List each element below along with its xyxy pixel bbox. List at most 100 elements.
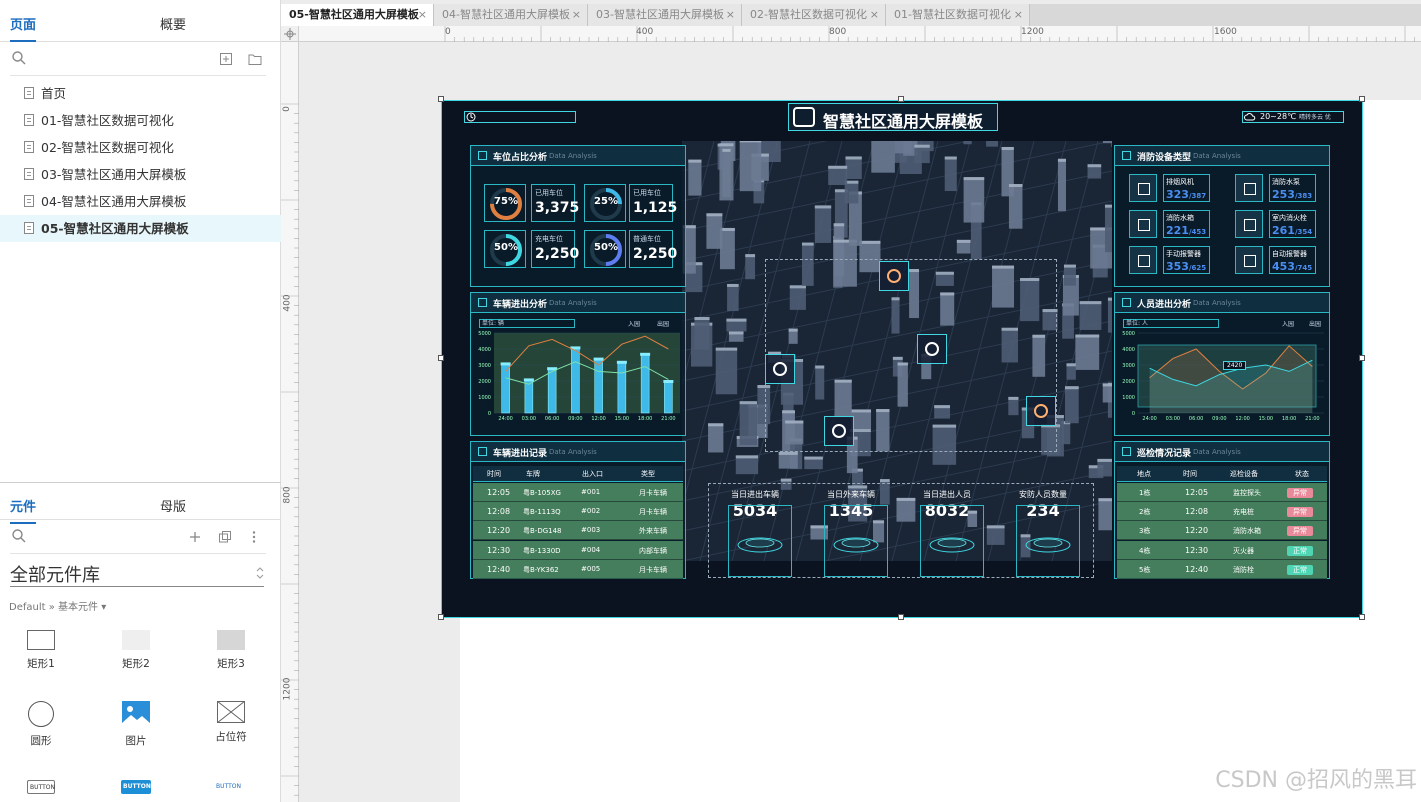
fire-equipment-panel: 消防设备类型 Data Analysis 排烟风机 323/387 消防水泵 253/3… <box>1114 145 1330 287</box>
add-page-icon[interactable] <box>218 51 234 67</box>
column-header: 类型 <box>641 470 655 478</box>
add-folder-icon[interactable] <box>247 51 263 67</box>
ring-value: 75% <box>494 196 518 207</box>
fire-device-card[interactable]: 消防水泵 253/383 <box>1235 174 1317 204</box>
search-icon[interactable] <box>11 528 27 544</box>
page-item[interactable]: 03-智慧社区通用大屏模板 <box>0 161 281 188</box>
resize-handle[interactable] <box>1359 355 1365 361</box>
close-icon[interactable]: × <box>418 4 427 26</box>
resize-handle[interactable] <box>438 614 444 620</box>
ruler-corner[interactable] <box>281 26 299 42</box>
close-icon[interactable]: × <box>870 4 879 26</box>
play-icon <box>1122 447 1131 456</box>
device-total: /387 <box>1188 192 1207 200</box>
stat-label: 充电车位 <box>535 235 563 243</box>
page-label: 04-智慧社区通用大屏模板 <box>41 194 187 209</box>
panel-title: 车位占比分析 <box>493 153 548 163</box>
x-tick-label: 18:00 <box>1282 416 1296 422</box>
tab-outline[interactable]: 概要 <box>160 14 186 33</box>
table-row[interactable]: 1栋 12:05 监控探头 异常 <box>1117 483 1327 502</box>
widget-rect2[interactable]: 矩形2 <box>106 630 166 671</box>
doc-tab[interactable]: 01-智慧社区数据可视化 × <box>886 4 1030 26</box>
bar[interactable] <box>617 361 627 414</box>
document-icon <box>24 222 34 234</box>
widget-primary-button[interactable]: BUTTON <box>121 780 151 794</box>
widget-rect1[interactable]: 矩形1 <box>11 630 71 671</box>
fire-device-card[interactable]: 自动报警器 453/745 <box>1235 246 1317 276</box>
bar[interactable] <box>594 358 603 414</box>
kpi-label: 当日进出车辆 <box>731 490 779 499</box>
widget-placeholder[interactable]: 占位符 <box>201 701 261 744</box>
bar[interactable] <box>571 347 580 414</box>
resize-handle[interactable] <box>438 96 444 102</box>
widget-link-button[interactable]: BUTTON <box>214 780 248 794</box>
doc-tab[interactable]: 02-智慧社区数据可视化 × <box>742 4 886 26</box>
fire-device-card[interactable]: 手动报警器 353/625 <box>1129 246 1211 276</box>
widget-image[interactable]: 图片 <box>106 701 166 748</box>
play-icon <box>478 298 487 307</box>
device-info: 自动报警器 453/745 <box>1269 246 1316 274</box>
table-row[interactable]: 12:40 粤B-YK362 #005 月卡车辆 <box>473 559 683 579</box>
close-icon[interactable]: × <box>1014 4 1023 26</box>
widget-button-label: BUTTON <box>216 783 241 790</box>
y-tick-label: 2000 <box>1122 379 1135 385</box>
copy-icon[interactable] <box>217 529 233 545</box>
people-flow-chart[interactable]: 0 1000 2000 3000 4000 5000 24:00 03:00 06:00 09:0… <box>1118 331 1328 431</box>
bar[interactable] <box>664 380 673 414</box>
vehicle-flow-panel: 车辆进出分析 Data Analysis 单位: 辆 入园 出园 0 1000 200… <box>470 292 686 436</box>
more-icon[interactable] <box>246 529 262 545</box>
table-row[interactable]: 3栋 12:20 消防水箱 异常 <box>1117 521 1327 541</box>
doc-tab[interactable]: 04-智慧社区通用大屏模板 × <box>434 4 588 26</box>
tab-masters[interactable]: 母版 <box>160 496 186 515</box>
page-item[interactable]: 01-智慧社区数据可视化 <box>0 107 281 134</box>
resize-handle[interactable] <box>1359 614 1365 620</box>
doc-tab[interactable]: 05-智慧社区通用大屏模板 × <box>281 4 434 26</box>
widget-rect3[interactable]: 矩形3 <box>201 630 261 671</box>
search-icon[interactable] <box>11 50 27 66</box>
resize-handle[interactable] <box>1359 96 1365 102</box>
horizontal-ruler[interactable]: 0 400 800 1200 1600 <box>299 26 1421 42</box>
widget-circle[interactable]: 圆形 <box>11 701 71 748</box>
map-selection-region[interactable] <box>765 259 1057 452</box>
page-toolbar <box>0 44 281 76</box>
tab-widgets[interactable]: 元件 <box>10 496 37 524</box>
table-row[interactable]: 12:05 粤B-105XG #001 月卡车辆 <box>473 483 683 502</box>
fire-device-card[interactable]: 排烟风机 323/387 <box>1129 174 1211 204</box>
close-icon[interactable]: × <box>726 4 735 26</box>
weather-bar: 20~28℃ 晴转多云 优 <box>1242 111 1344 123</box>
page-item[interactable]: 04-智慧社区通用大屏模板 <box>0 188 281 215</box>
crosshair-icon <box>284 28 296 40</box>
close-icon[interactable]: × <box>572 4 581 26</box>
vehicle-flow-chart[interactable]: 0 1000 2000 3000 4000 5000 24:00 03:00 06:00 09:0… <box>474 331 684 431</box>
watermark: CSDN @招风的黑耳 <box>1215 768 1417 793</box>
building <box>1063 264 1076 286</box>
page-item-selected[interactable]: 05-智慧社区通用大屏模板 <box>0 215 281 242</box>
widget-label: 圆形 <box>30 735 52 747</box>
fire-device-card[interactable]: 室内消火栓 261/354 <box>1235 210 1317 240</box>
vertical-ruler[interactable]: 0 400 800 1200 <box>281 42 299 802</box>
chevron-updown-icon[interactable] <box>256 566 264 580</box>
library-select[interactable]: 全部元件库 <box>10 561 100 587</box>
library-breadcrumb[interactable]: Default » 基本元件 ▾ <box>9 598 106 613</box>
resize-handle[interactable] <box>438 355 444 361</box>
add-library-icon[interactable] <box>187 529 203 545</box>
table-row[interactable]: 4栋 12:30 灭火器 正常 <box>1117 540 1327 560</box>
bar[interactable] <box>640 353 650 414</box>
resize-handle[interactable] <box>898 614 904 620</box>
table-row[interactable]: 2栋 12:08 充电桩 异常 <box>1117 502 1327 522</box>
tab-pages[interactable]: 页面 <box>10 14 37 42</box>
resize-handle[interactable] <box>898 96 904 102</box>
page-item[interactable]: 首页 <box>0 80 281 107</box>
play-icon <box>478 447 487 456</box>
table-row[interactable]: 12:08 粤B-1113Q #002 月卡车辆 <box>473 502 683 522</box>
page-item[interactable]: 02-智慧社区数据可视化 <box>0 134 281 161</box>
dashboard-canvas[interactable]: 智慧社区通用大屏模板 20~28℃ 晴转多云 优 车位占比分析 Data Anal… <box>441 100 1363 618</box>
fire-device-card[interactable]: 消防水箱 221/453 <box>1129 210 1211 240</box>
bar[interactable] <box>547 367 557 414</box>
doc-tab[interactable]: 03-智慧社区通用大屏模板 × <box>588 4 742 26</box>
table-row[interactable]: 12:20 粤B-DG148 #003 外来车辆 <box>473 521 683 541</box>
widget-button[interactable]: BUTTON <box>27 780 55 794</box>
status-badge: 正常 <box>1287 564 1313 575</box>
table-row[interactable]: 12:30 粤B-1330D #004 内部车辆 <box>473 540 683 560</box>
table-row[interactable]: 5栋 12:40 消防栓 正常 <box>1117 559 1327 579</box>
